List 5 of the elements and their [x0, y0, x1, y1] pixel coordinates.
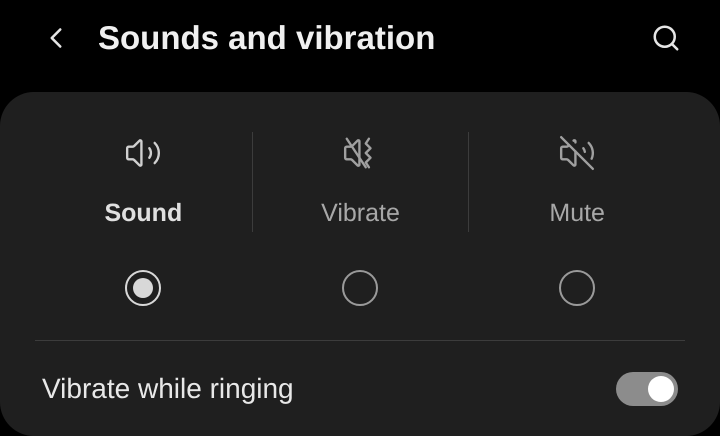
mode-label: Sound [104, 198, 182, 228]
page-title: Sounds and vibration [98, 18, 436, 58]
mode-label: Vibrate [321, 198, 400, 228]
setting-label: Vibrate while ringing [42, 372, 294, 406]
mode-label: Mute [549, 198, 605, 228]
